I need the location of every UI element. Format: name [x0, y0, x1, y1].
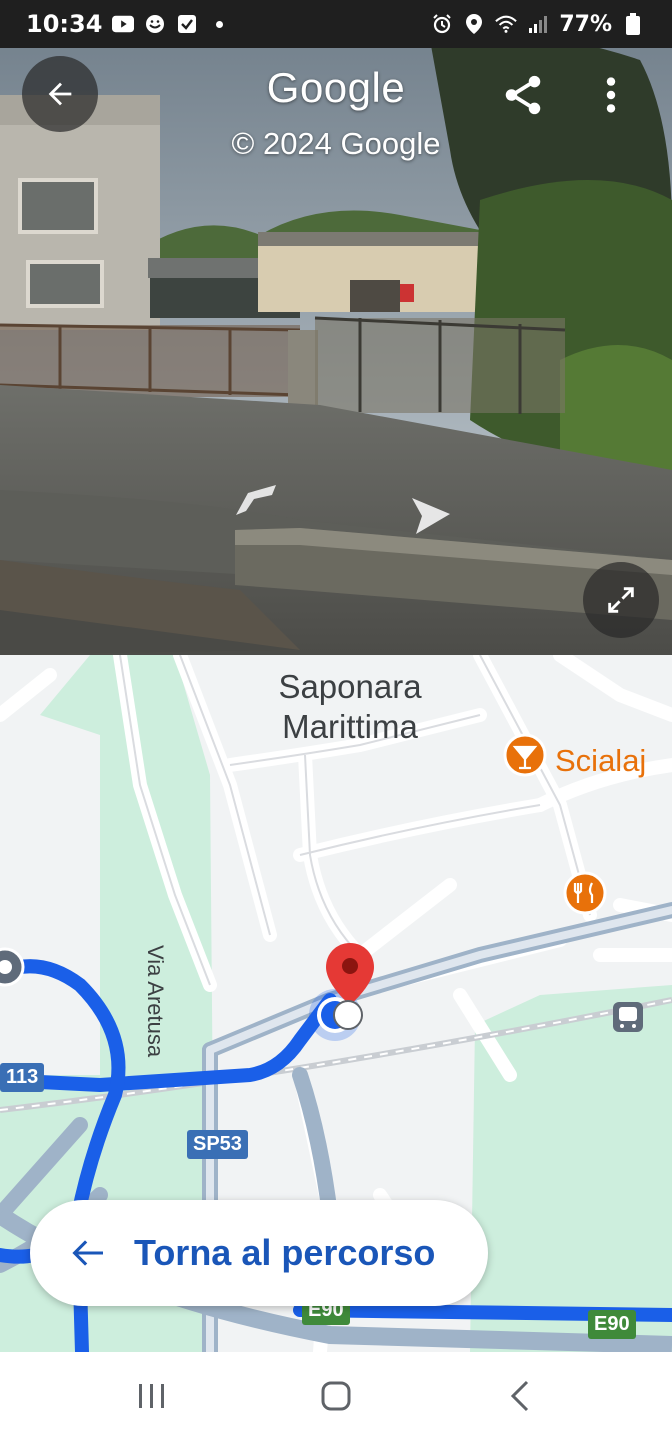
map-place-label-line2: Marittima [282, 708, 418, 745]
road-shield-sp53: SP53 [187, 1130, 248, 1159]
back-icon [510, 1380, 529, 1412]
arrow-left-icon [72, 1240, 103, 1266]
return-to-route-label: Torna al percorso [134, 1232, 436, 1273]
more-vert-icon[interactable] [596, 72, 626, 118]
location-icon [463, 13, 485, 35]
poi-label-bar[interactable]: Scialaj [555, 743, 646, 779]
map-place-label: Saponara Marittima [250, 667, 450, 747]
recents-icon [139, 1384, 164, 1408]
smiley-icon [144, 13, 166, 35]
road-shield-113: 113 [0, 1063, 45, 1092]
expand-icon [608, 587, 634, 613]
alarm-icon [431, 13, 453, 35]
bar-marker [503, 733, 547, 777]
return-to-route-button[interactable]: Torna al percorso [30, 1200, 488, 1306]
back-nav-button[interactable] [490, 1366, 550, 1426]
checkbox-icon [176, 13, 198, 35]
street-view-panel[interactable]: Google © 2024 Google [0, 0, 672, 655]
signal-icon [527, 13, 549, 35]
youtube-icon [112, 13, 135, 35]
wifi-icon [495, 13, 518, 35]
battery-percent: 77% [559, 11, 612, 37]
road-label-via-aretusa: Via Aretusa [143, 945, 168, 1058]
street-view-prev-arrow[interactable] [232, 483, 278, 517]
street-view-brand: Google [266, 64, 406, 111]
road-shield-e90-right: E90 [588, 1310, 636, 1339]
street-view-copyright: © 2024 Google [231, 126, 441, 161]
battery-icon [622, 13, 644, 35]
recents-button[interactable] [122, 1366, 182, 1426]
expand-button[interactable] [583, 562, 659, 638]
map-place-label-line1: Saponara [278, 668, 422, 705]
share-icon[interactable] [500, 72, 546, 118]
status-bar: 10:34 77% [0, 0, 672, 48]
system-nav-bar [0, 1352, 672, 1440]
street-view-next-arrow[interactable] [406, 496, 452, 536]
home-button[interactable] [306, 1366, 366, 1426]
status-time: 10:34 [26, 10, 103, 38]
dot-icon [216, 20, 224, 28]
home-icon [321, 1381, 351, 1411]
